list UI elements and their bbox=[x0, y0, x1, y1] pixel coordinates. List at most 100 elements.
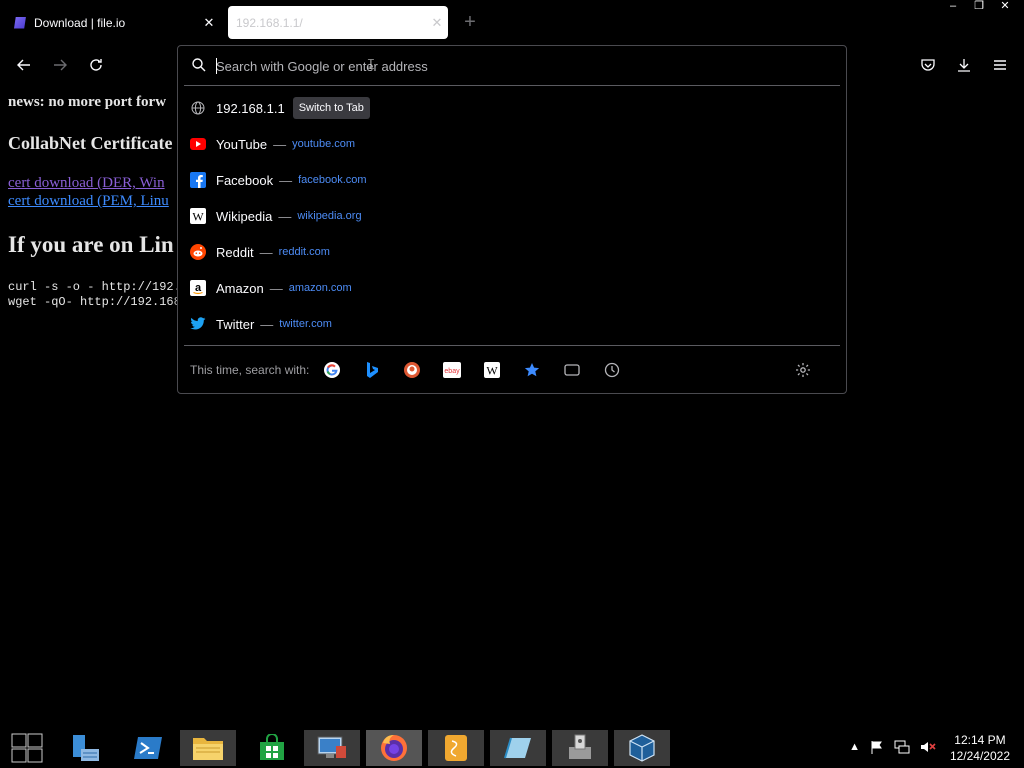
suggestion-row[interactable]: Reddit — reddit.com bbox=[178, 234, 846, 270]
pocket-button[interactable] bbox=[916, 53, 940, 77]
cert-der-link[interactable]: cert download (DER, Win bbox=[8, 174, 178, 192]
suggestion-url: amazon.com bbox=[288, 282, 352, 294]
bing-icon[interactable] bbox=[363, 361, 381, 379]
search-with-label: This time, search with: bbox=[190, 363, 310, 377]
cert-pem-link[interactable]: cert download (PEM, Linu bbox=[8, 192, 178, 210]
divider bbox=[184, 345, 840, 346]
admin-tools-icon bbox=[569, 734, 591, 759]
facebook-icon bbox=[190, 172, 206, 188]
start-button[interactable] bbox=[0, 730, 56, 766]
back-button[interactable] bbox=[12, 53, 36, 77]
taskbar-store[interactable] bbox=[244, 730, 300, 766]
tab-title: 192.168.1.1/ bbox=[236, 15, 303, 30]
reload-button[interactable] bbox=[84, 53, 108, 77]
suggestion-url: twitter.com bbox=[279, 318, 332, 330]
suggestion-row[interactable]: a Amazon — amazon.com bbox=[178, 270, 846, 306]
taskbar-remote-desktop[interactable] bbox=[304, 730, 360, 766]
svg-text:ebay: ebay bbox=[445, 368, 461, 375]
tab-router[interactable]: 192.168.1.1/ ✕ bbox=[228, 6, 448, 39]
bookmarks-icon[interactable] bbox=[523, 361, 541, 379]
forward-button[interactable] bbox=[48, 53, 72, 77]
ebay-icon[interactable]: ebay bbox=[443, 361, 462, 379]
urlbar-dropdown: 𝙸 192.168.1.1 Switch to Tab YouTube — yo… bbox=[177, 45, 847, 394]
volume-muted-icon[interactable] bbox=[920, 740, 936, 754]
suggestion-title: Wikipedia bbox=[216, 208, 273, 224]
duckduckgo-icon[interactable] bbox=[403, 361, 421, 379]
linux-heading: If you are on Lin bbox=[8, 232, 174, 257]
suggestion-title: Twitter bbox=[216, 316, 255, 332]
clock-time: 12:14 PM bbox=[954, 733, 1006, 747]
window-controls: – ❐ ✕ bbox=[940, 0, 1018, 14]
close-tab-icon[interactable]: ✕ bbox=[426, 15, 448, 31]
hamburger-menu-icon bbox=[994, 60, 1006, 70]
curl-command: curl -s -o - http://192. bbox=[8, 280, 178, 294]
action-center-flag-icon[interactable] bbox=[870, 740, 884, 754]
menu-button[interactable] bbox=[988, 53, 1012, 77]
taskbar-admin-tools[interactable] bbox=[552, 730, 608, 766]
tab-fileio[interactable]: Download | file.io ✕ bbox=[4, 6, 220, 39]
taskbar-notes-app[interactable] bbox=[428, 730, 484, 766]
suggestion-title: Facebook bbox=[216, 172, 274, 188]
show-hidden-icons-chevron-icon[interactable]: ▲ bbox=[849, 741, 860, 753]
taskbar-editor[interactable] bbox=[490, 730, 546, 766]
close-window-button[interactable]: ✕ bbox=[992, 0, 1018, 14]
text-caret bbox=[216, 58, 217, 74]
reddit-icon bbox=[190, 244, 206, 260]
download-icon bbox=[958, 59, 970, 72]
separator-dash: — bbox=[259, 244, 273, 260]
restore-button[interactable]: ❐ bbox=[966, 0, 992, 14]
notes-app-icon bbox=[445, 735, 467, 761]
wikipedia-icon[interactable]: W bbox=[483, 361, 501, 379]
mouse-ibeam-cursor-icon: 𝙸 bbox=[366, 56, 376, 72]
suggestion-url: youtube.com bbox=[292, 138, 356, 150]
suggestion-row[interactable]: 192.168.1.1 Switch to Tab bbox=[178, 90, 846, 126]
downloads-button[interactable] bbox=[952, 53, 976, 77]
page-content: news: no more port forw CollabNet Certif… bbox=[8, 94, 178, 310]
search-settings-gear-icon[interactable] bbox=[794, 361, 812, 379]
code-block: curl -s -o - http://192. wget -qO- http:/… bbox=[8, 280, 178, 310]
new-tab-button[interactable]: + bbox=[458, 10, 482, 34]
wikipedia-icon: W bbox=[190, 208, 206, 224]
taskbar-server-manager[interactable] bbox=[58, 730, 114, 766]
clock-date: 12/24/2022 bbox=[949, 749, 1010, 763]
powershell-icon bbox=[134, 737, 162, 759]
network-icon[interactable] bbox=[894, 740, 910, 754]
store-bag-icon bbox=[260, 734, 284, 760]
svg-text:W: W bbox=[487, 364, 499, 378]
suggestion-row[interactable]: YouTube — youtube.com bbox=[178, 126, 846, 162]
remote-desktop-icon bbox=[317, 736, 346, 758]
history-icon[interactable] bbox=[603, 361, 621, 379]
switch-to-tab-button[interactable]: Switch to Tab bbox=[292, 97, 370, 119]
svg-text:W: W bbox=[192, 210, 204, 224]
taskbar-powershell[interactable] bbox=[120, 730, 176, 766]
taskbar-file-explorer[interactable] bbox=[180, 730, 236, 766]
wget-command: wget -qO- http://192.168 bbox=[8, 295, 178, 309]
file-explorer-folder-icon bbox=[193, 738, 223, 760]
address-input[interactable] bbox=[216, 55, 816, 77]
fileio-favicon-icon bbox=[14, 16, 26, 29]
suggestion-title: Reddit bbox=[216, 244, 254, 260]
windows-start-icon bbox=[11, 733, 43, 763]
suggestion-row[interactable]: W Wikipedia — wikipedia.org bbox=[178, 198, 846, 234]
amazon-icon: a bbox=[190, 280, 206, 296]
minimize-button[interactable]: – bbox=[940, 0, 966, 14]
taskbar-virtualbox[interactable] bbox=[614, 730, 670, 766]
suggestion-row[interactable]: Facebook — facebook.com bbox=[178, 162, 846, 198]
pocket-icon bbox=[921, 59, 935, 71]
svg-text:a: a bbox=[195, 282, 202, 294]
taskbar-clock[interactable]: 12:14 PM 12/24/2022 bbox=[950, 732, 1010, 764]
separator-dash: — bbox=[260, 316, 274, 332]
divider bbox=[184, 85, 840, 86]
reload-icon bbox=[90, 59, 102, 71]
close-tab-icon[interactable]: ✕ bbox=[198, 15, 220, 31]
separator-dash: — bbox=[273, 136, 287, 152]
suggestion-row[interactable]: Twitter — twitter.com bbox=[178, 306, 846, 342]
separator-dash: — bbox=[278, 208, 292, 224]
tabs-icon[interactable] bbox=[563, 361, 581, 379]
firefox-icon bbox=[381, 735, 407, 761]
system-tray: ▲ bbox=[849, 740, 936, 754]
taskbar-firefox[interactable] bbox=[366, 730, 422, 766]
google-icon[interactable] bbox=[323, 361, 341, 379]
urlbar-input-row: 𝙸 bbox=[178, 46, 846, 86]
suggestion-title: 192.168.1.1 bbox=[216, 100, 285, 116]
